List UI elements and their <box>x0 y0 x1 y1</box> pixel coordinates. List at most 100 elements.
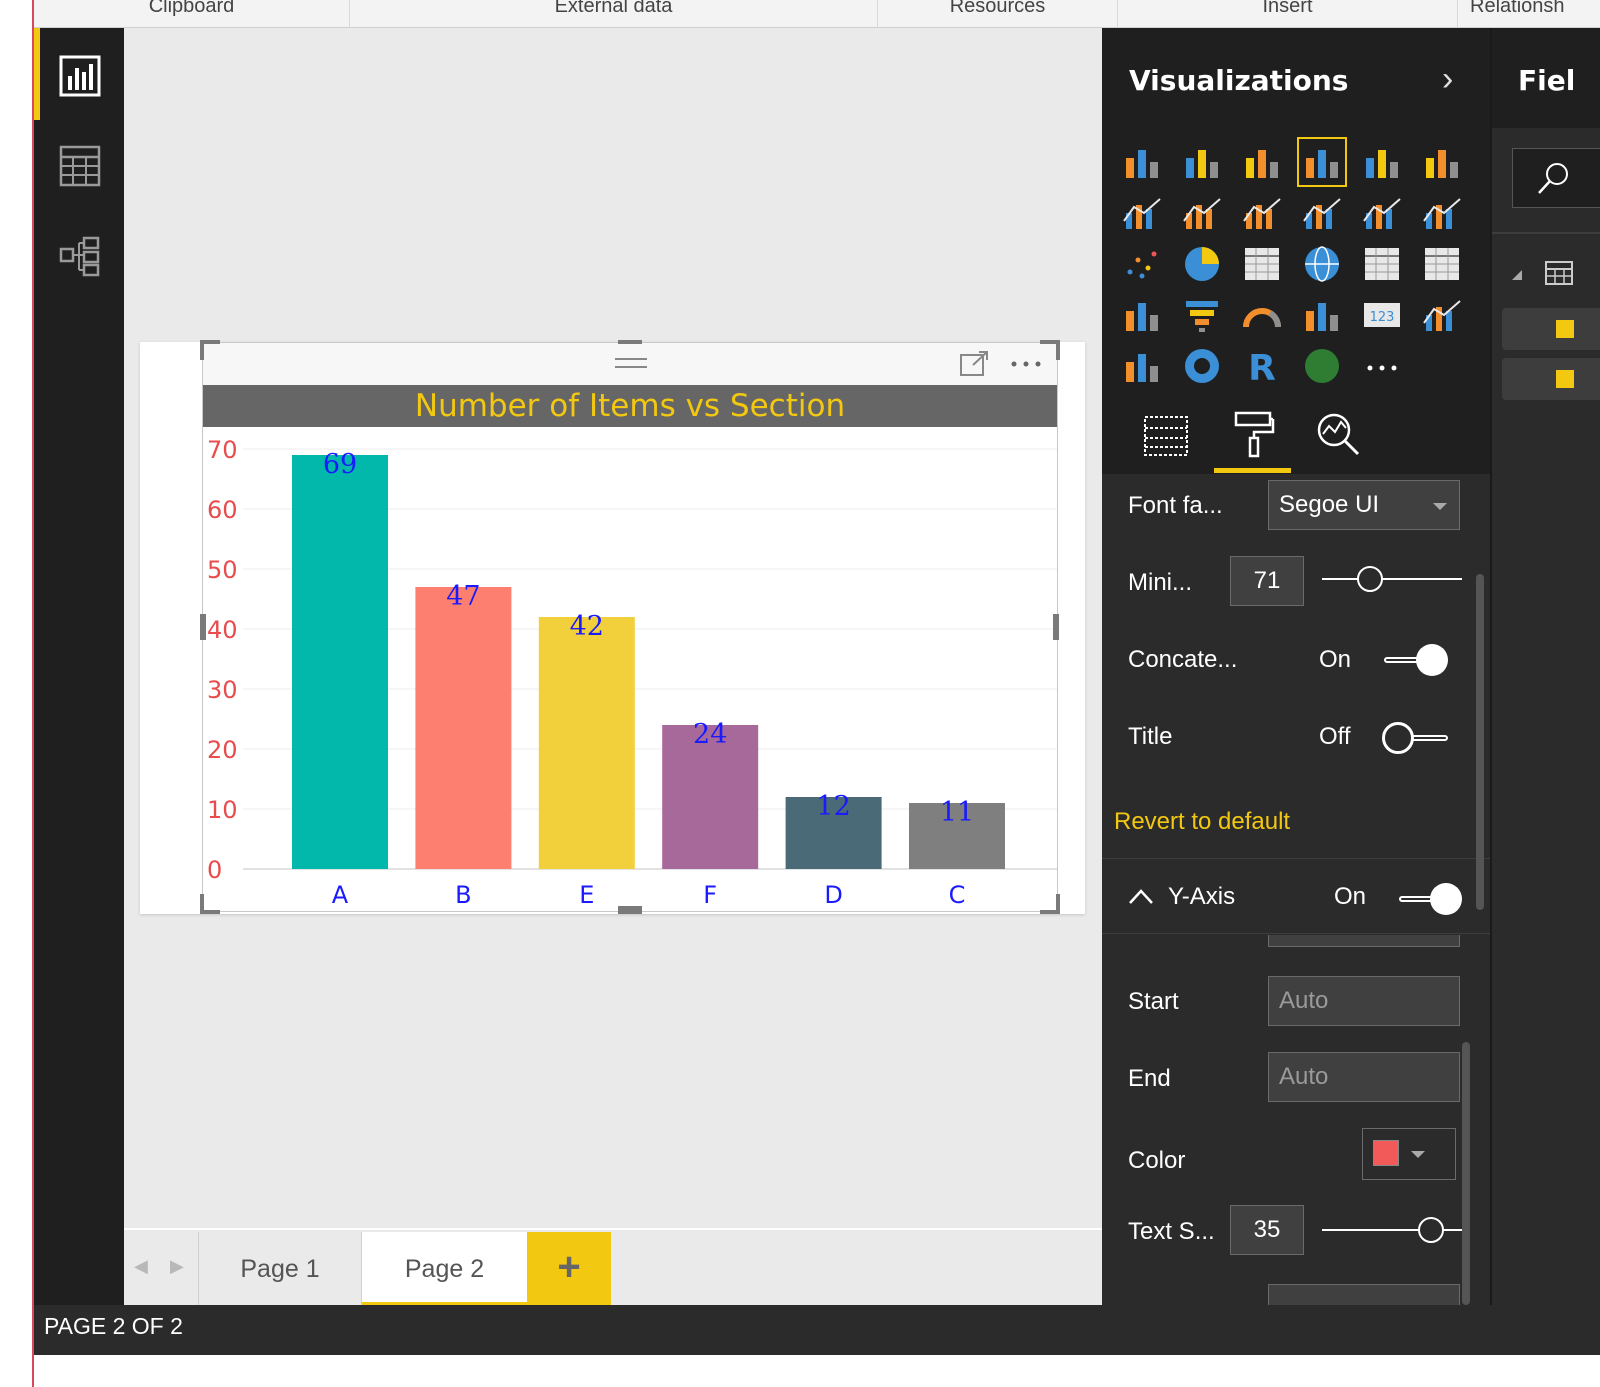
area-chart-icon[interactable] <box>1180 191 1224 235</box>
field-row[interactable] <box>1502 358 1600 400</box>
line-column-icon[interactable] <box>1300 191 1344 235</box>
focus-mode-icon[interactable] <box>959 349 991 379</box>
minimum-slider-track[interactable] <box>1322 578 1462 580</box>
donut-chart-icon[interactable] <box>1180 344 1224 388</box>
ribbon-group-relationships[interactable]: Relationsh <box>1458 0 1600 28</box>
pane-scrollbar-lower[interactable] <box>1462 1042 1470 1305</box>
search-icon <box>1538 163 1568 194</box>
multi-row-card-icon[interactable] <box>1300 293 1344 337</box>
tab-page-1[interactable]: Page 1 <box>198 1232 362 1307</box>
ribbon-group-insert[interactable]: Insert <box>1118 0 1458 28</box>
globe-map-icon[interactable] <box>1300 344 1344 388</box>
funnel-icon[interactable] <box>1180 293 1224 337</box>
title-toggle-thumb[interactable] <box>1382 722 1414 754</box>
x-tick-label: F <box>703 881 717 909</box>
font-family-label: Font fa... <box>1128 492 1223 519</box>
visualizations-header: Visualizations › <box>1102 28 1490 128</box>
color-swatch <box>1373 1140 1399 1166</box>
analytics-magnifier-icon[interactable] <box>1314 410 1362 460</box>
r-script-icon[interactable]: R <box>1240 344 1284 388</box>
pane-scrollbar-upper[interactable] <box>1476 574 1484 910</box>
text-size-input[interactable]: 35 <box>1230 1205 1304 1255</box>
fields-tab-icon[interactable] <box>1142 414 1190 458</box>
y-tick-label: 70 <box>207 436 238 464</box>
visualizations-pane: Visualizations › 123 R Font fa... Segoe … <box>1102 28 1490 1305</box>
bar-B <box>415 587 512 869</box>
end-input[interactable]: Auto <box>1268 1052 1460 1102</box>
bar-chart-visual[interactable]: Number of Items vs Section 0 10 20 30 40 50 60… <box>202 342 1058 912</box>
revert-to-default-link[interactable]: Revert to default <box>1114 808 1290 836</box>
ribbon-group-clipboard[interactable]: Clipboard <box>34 0 350 28</box>
table-visual-icon[interactable] <box>1360 242 1404 286</box>
fields-search-box[interactable] <box>1512 148 1600 208</box>
stacked-bar-icon[interactable] <box>1120 140 1164 184</box>
collapse-pane-icon[interactable]: › <box>1442 60 1453 99</box>
100-bar-icon[interactable] <box>1360 140 1404 184</box>
format-paint-roller-icon[interactable] <box>1232 410 1276 460</box>
bottom-strip <box>34 1355 1600 1387</box>
data-view-icon[interactable] <box>58 144 102 188</box>
y-tick-label: 0 <box>207 856 222 884</box>
resize-handle[interactable] <box>200 340 204 360</box>
100-column-icon[interactable] <box>1420 140 1464 184</box>
start-input[interactable]: Auto <box>1268 976 1460 1026</box>
stacked-area-icon[interactable] <box>1240 191 1284 235</box>
stacked-column-icon[interactable] <box>1180 140 1224 184</box>
ribbon-group-external-data[interactable]: External data <box>350 0 878 28</box>
line-chart-icon[interactable] <box>1120 191 1164 235</box>
add-page-button[interactable]: + <box>527 1232 611 1307</box>
resize-handle[interactable] <box>618 340 642 344</box>
more-options-icon[interactable] <box>1009 359 1045 369</box>
scroll-left-icon[interactable]: ◀ <box>134 1256 148 1277</box>
svg-text:123: 123 <box>1370 310 1395 325</box>
scatter-chart-icon[interactable] <box>1120 242 1164 286</box>
resize-handle[interactable] <box>1056 894 1060 914</box>
minimum-slider-thumb[interactable] <box>1357 566 1383 592</box>
kpi-icon[interactable] <box>1420 293 1464 337</box>
font-family-dropdown[interactable]: Segoe UI <box>1268 480 1460 530</box>
end-label: End <box>1128 1065 1171 1092</box>
chevron-up-icon[interactable] <box>1128 887 1154 905</box>
report-view-icon[interactable] <box>58 54 102 98</box>
x-tick-label: D <box>824 881 842 909</box>
chart-title: Number of Items vs Section <box>203 385 1057 427</box>
treemap-icon[interactable] <box>1240 242 1284 286</box>
minimum-label: Mini... <box>1128 569 1193 596</box>
scroll-right-icon[interactable]: ▶ <box>170 1256 184 1277</box>
ribbon-group-resources[interactable]: Resources <box>878 0 1118 28</box>
resize-handle[interactable] <box>200 894 204 914</box>
color-picker[interactable] <box>1362 1128 1456 1180</box>
resize-handle[interactable] <box>200 614 206 640</box>
checkbox-checked-icon[interactable] <box>1556 320 1574 338</box>
more-visuals-icon[interactable] <box>1360 344 1404 388</box>
pane-tabs <box>1102 398 1490 474</box>
resize-handle[interactable] <box>1056 340 1060 360</box>
map-icon[interactable] <box>1300 242 1344 286</box>
filled-map-icon[interactable] <box>1120 293 1164 337</box>
clustered-column-icon[interactable] <box>1297 137 1347 187</box>
clustered-bar-icon[interactable] <box>1240 140 1284 184</box>
drag-handle-icon[interactable] <box>613 353 649 373</box>
text-size-slider-thumb[interactable] <box>1418 1217 1444 1243</box>
x-tick-label: C <box>949 881 966 909</box>
checkbox-checked-icon[interactable] <box>1556 370 1574 388</box>
pie-chart-icon[interactable] <box>1180 242 1224 286</box>
concatenate-toggle-thumb[interactable] <box>1416 644 1448 676</box>
resize-handle[interactable] <box>1053 614 1059 640</box>
card-icon[interactable]: 123 <box>1360 293 1404 337</box>
y-axis-section-header[interactable]: Y-Axis On <box>1102 858 1490 934</box>
relationships-view-icon[interactable] <box>58 234 102 278</box>
y-axis-toggle-thumb[interactable] <box>1430 883 1462 915</box>
tab-page-2[interactable]: Page 2 <box>362 1232 527 1307</box>
ribbon-chart-icon[interactable] <box>1420 191 1464 235</box>
y-tick-label: 60 <box>207 496 238 524</box>
gauge-icon[interactable] <box>1240 293 1284 337</box>
resize-handle[interactable] <box>618 906 642 914</box>
divider <box>1492 232 1600 234</box>
minimum-input[interactable]: 71 <box>1230 556 1304 606</box>
expand-table-icon[interactable] <box>1512 270 1522 280</box>
line-clustered-icon[interactable] <box>1360 191 1404 235</box>
slicer-icon[interactable] <box>1120 344 1164 388</box>
field-row[interactable] <box>1502 308 1600 350</box>
matrix-icon[interactable] <box>1420 242 1464 286</box>
